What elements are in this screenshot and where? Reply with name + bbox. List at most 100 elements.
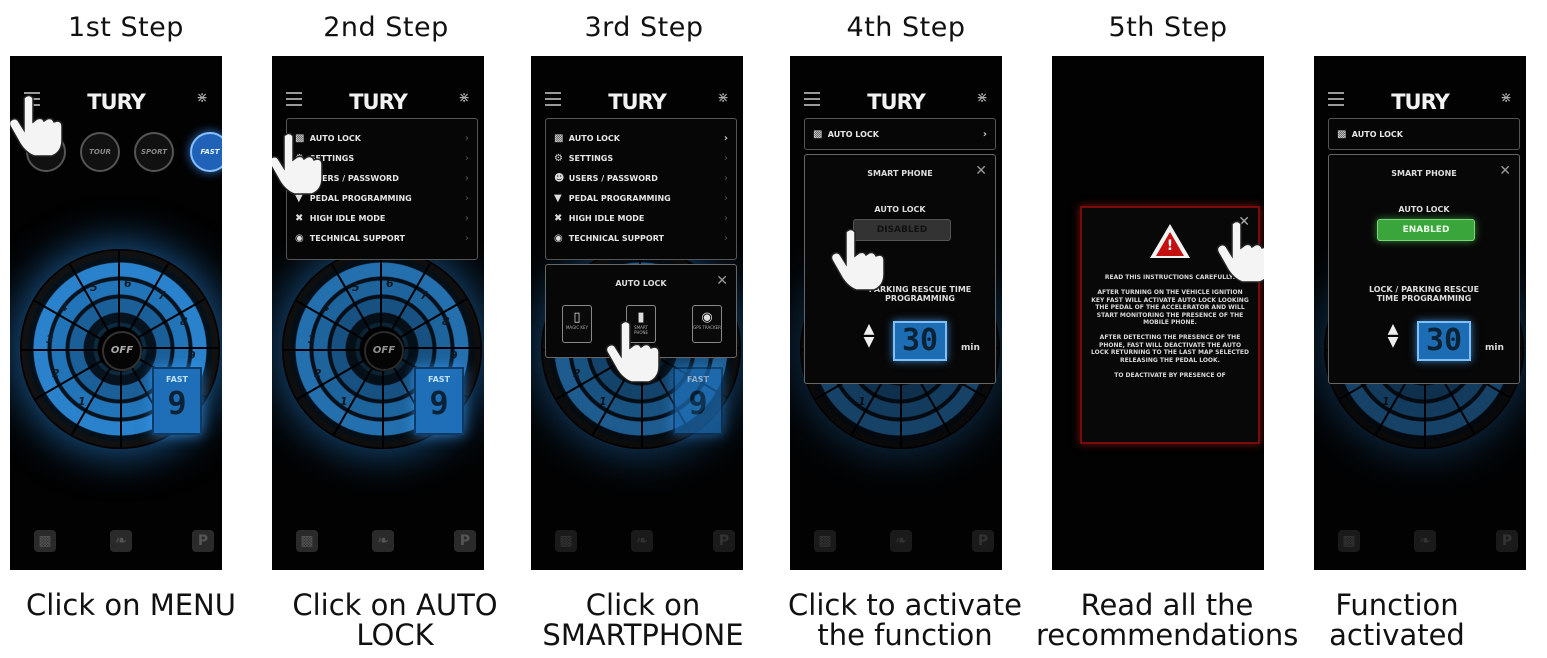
smart-phone-panel-title: SMART PHONE — [867, 169, 933, 178]
auto-lock-toggle-enabled[interactable]: ENABLED — [1377, 219, 1475, 241]
gauge-number[interactable]: 1 — [78, 395, 86, 408]
lock-parking-rescue-time-label: LOCK / PARKING RESCUE TIME PROGRAMMING — [1368, 285, 1480, 303]
auto-lock-label: AUTO LOCK — [1398, 205, 1450, 214]
current-map-display: FAST 9 — [152, 367, 202, 435]
gauge-number[interactable]: 7 — [420, 289, 428, 302]
menu-item-high-idle-mode[interactable]: ✖ HIGH IDLE MODE › — [295, 213, 471, 231]
option-gps-tracker[interactable]: ◉ GPS TRACKER — [692, 305, 722, 343]
time-value-display: 30 — [1417, 321, 1471, 361]
time-unit-label: min — [1485, 343, 1504, 353]
bluetooth-icon: ⋇ — [976, 90, 988, 106]
pointing-hand-icon — [272, 132, 323, 195]
main-menu-collapsed: ▩ AUTO LOCK › — [804, 118, 996, 150]
parking-icon[interactable]: P — [713, 530, 735, 552]
gauge-number[interactable]: 4 — [322, 301, 330, 314]
gauge-number[interactable]: 6 — [124, 277, 132, 290]
gauge-number[interactable]: 5 — [90, 281, 98, 294]
main-menu-collapsed: ▩ AUTO LOCK — [1328, 118, 1520, 150]
gauge-number[interactable]: 3 — [46, 333, 54, 346]
step-2-title: 2nd Step — [323, 12, 449, 43]
warning-text: READ THIS INSTRUCTIONS CAREFULLY: AFTER … — [1090, 274, 1249, 379]
step-1-title: 1st Step — [68, 12, 184, 43]
lock-icon[interactable]: ▩ — [34, 530, 56, 552]
leaf-icon[interactable]: ❧ — [110, 530, 132, 552]
leaf-icon[interactable]: ❧ — [372, 530, 394, 552]
step-6-caption: Function activated — [1329, 588, 1465, 652]
bottom-bar: ▩ ❧ P — [272, 530, 484, 556]
location-pin-icon: ◉ — [701, 310, 713, 325]
main-menu: ▩ AUTO LOCK› ⚙ SETTINGS› ☻ USERS / PASSW… — [545, 118, 737, 260]
parking-icon[interactable]: P — [972, 530, 994, 552]
mode-button-fast[interactable]: FAST — [190, 132, 222, 172]
bottom-bar: ▩ ❧ P — [531, 530, 743, 556]
user-icon: ☻ — [554, 173, 565, 184]
time-stepper-arrows[interactable]: ▲ ▼ — [1381, 322, 1405, 349]
option-magic-key[interactable]: ▯ MAGIC KEY — [562, 305, 592, 343]
gauge-number[interactable]: 1 — [1382, 395, 1390, 408]
gauge-number[interactable]: 5 — [352, 281, 360, 294]
close-icon[interactable]: ✕ — [975, 163, 987, 179]
app-top-bar: TURY ⋇ — [790, 90, 1002, 118]
gauge-number[interactable]: 9 — [450, 349, 458, 362]
pointing-hand-icon — [10, 94, 63, 157]
smart-phone-panel-title: SMART PHONE — [1391, 169, 1457, 178]
menu-item-technical-support[interactable]: ◉ TECHNICAL SUPPORT › — [554, 233, 730, 251]
parking-icon[interactable]: P — [1496, 530, 1518, 552]
app-top-bar: TURY ⋇ — [1314, 90, 1526, 118]
gauge-number[interactable]: 1 — [340, 395, 348, 408]
phone-screen-step-4: TURY ⋇ ▩ AUTO LOCK› 123456789 SMART PHON… — [790, 56, 1002, 570]
leaf-icon[interactable]: ❧ — [890, 530, 912, 552]
app-logo: TURY — [608, 90, 667, 114]
gauge-number[interactable]: 7 — [158, 289, 166, 302]
pointing-hand-icon — [830, 228, 885, 291]
gauge-number[interactable]: 2 — [52, 367, 60, 380]
time-stepper-arrows[interactable]: ▲ ▼ — [857, 322, 881, 349]
gauge-number[interactable]: 8 — [180, 315, 188, 328]
gauge-number[interactable]: 8 — [442, 315, 450, 328]
gauge-off-button[interactable]: OFF — [102, 331, 142, 371]
mode-button-tour[interactable]: TOUR — [80, 132, 120, 172]
time-unit-label: min — [961, 343, 980, 353]
gauge-number[interactable]: 3 — [308, 333, 316, 346]
close-icon[interactable]: ✕ — [1499, 163, 1511, 179]
bluetooth-icon: ⋇ — [1500, 90, 1512, 106]
menu-item-technical-support[interactable]: ◉ TECHNICAL SUPPORT › — [295, 233, 471, 251]
menu-item-auto-lock[interactable]: ▩ AUTO LOCK › — [813, 129, 989, 147]
lock-icon[interactable]: ▩ — [296, 530, 318, 552]
menu-item-auto-lock[interactable]: ▩ AUTO LOCK › — [554, 133, 730, 151]
current-map-label: FAST — [166, 375, 188, 384]
gauge-number[interactable]: 1 — [599, 395, 607, 408]
menu-item-auto-lock[interactable]: ▩ AUTO LOCK — [1337, 129, 1513, 147]
pointing-hand-icon — [1216, 220, 1264, 283]
lock-icon[interactable]: ▩ — [555, 530, 577, 552]
headset-icon: ◉ — [295, 233, 304, 244]
gauge-number[interactable]: 4 — [60, 301, 68, 314]
gauge-off-button[interactable]: OFF — [364, 331, 404, 371]
gauge-number[interactable]: 2 — [573, 367, 581, 380]
pointing-hand-icon — [605, 320, 660, 383]
step-3-title: 3rd Step — [584, 12, 704, 43]
close-icon[interactable]: ✕ — [716, 273, 728, 289]
step-5-caption: Read all the recommendations — [1036, 588, 1299, 652]
menu-item-settings[interactable]: ⚙ SETTINGS› — [554, 153, 730, 171]
app-logo: TURY — [867, 90, 926, 114]
gauge-number[interactable]: 2 — [314, 367, 322, 380]
parking-icon[interactable]: P — [454, 530, 476, 552]
menu-item-users-password[interactable]: ☻ USERS / PASSWORD› — [554, 173, 730, 191]
wrench-icon: ✖ — [554, 213, 563, 224]
pedal-icon: ▼ — [554, 193, 562, 204]
menu-item-high-idle-mode[interactable]: ✖ HIGH IDLE MODE › — [554, 213, 730, 231]
mode-button-sport[interactable]: SPORT — [134, 132, 174, 172]
gauge-number[interactable]: 9 — [188, 349, 196, 362]
lock-icon[interactable]: ▩ — [1338, 530, 1360, 552]
bottom-bar: ▩ ❧ P — [10, 530, 222, 556]
lock-icon[interactable]: ▩ — [814, 530, 836, 552]
gauge-number[interactable]: 6 — [386, 277, 394, 290]
leaf-icon[interactable]: ❧ — [1414, 530, 1436, 552]
current-map-value: 9 — [688, 384, 708, 422]
step-1-caption: Click on MENU — [26, 588, 236, 622]
menu-item-pedal-programming[interactable]: ▼ PEDAL PROGRAMMING › — [554, 193, 730, 211]
parking-icon[interactable]: P — [192, 530, 214, 552]
leaf-icon[interactable]: ❧ — [631, 530, 653, 552]
gauge-number[interactable]: 1 — [858, 395, 866, 408]
